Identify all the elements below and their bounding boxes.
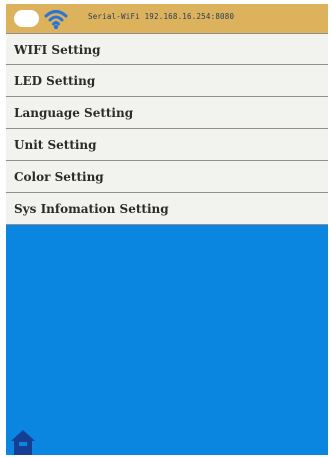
menu-item-language-setting[interactable]: Language Setting xyxy=(6,97,328,129)
wifi-icon xyxy=(44,10,68,30)
menu-item-led-setting[interactable]: LED Setting xyxy=(6,65,328,97)
status-text: Serial-WiFi 192.168.16.254:8080 xyxy=(88,12,235,21)
home-button[interactable] xyxy=(10,429,36,455)
status-toggle[interactable] xyxy=(14,10,39,27)
status-bar: Serial-WiFi 192.168.16.254:8080 xyxy=(6,4,328,33)
menu-item-wifi-setting[interactable]: WIFI Setting xyxy=(6,33,328,65)
screen-frame: Serial-WiFi 192.168.16.254:8080 WIFI Set… xyxy=(6,4,328,455)
menu-item-unit-setting[interactable]: Unit Setting xyxy=(6,129,328,161)
menu-item-sys-information-setting[interactable]: Sys Infomation Setting xyxy=(6,193,328,225)
settings-menu: WIFI Setting LED Setting Language Settin… xyxy=(6,33,328,225)
menu-item-color-setting[interactable]: Color Setting xyxy=(6,161,328,193)
home-icon xyxy=(11,430,35,455)
